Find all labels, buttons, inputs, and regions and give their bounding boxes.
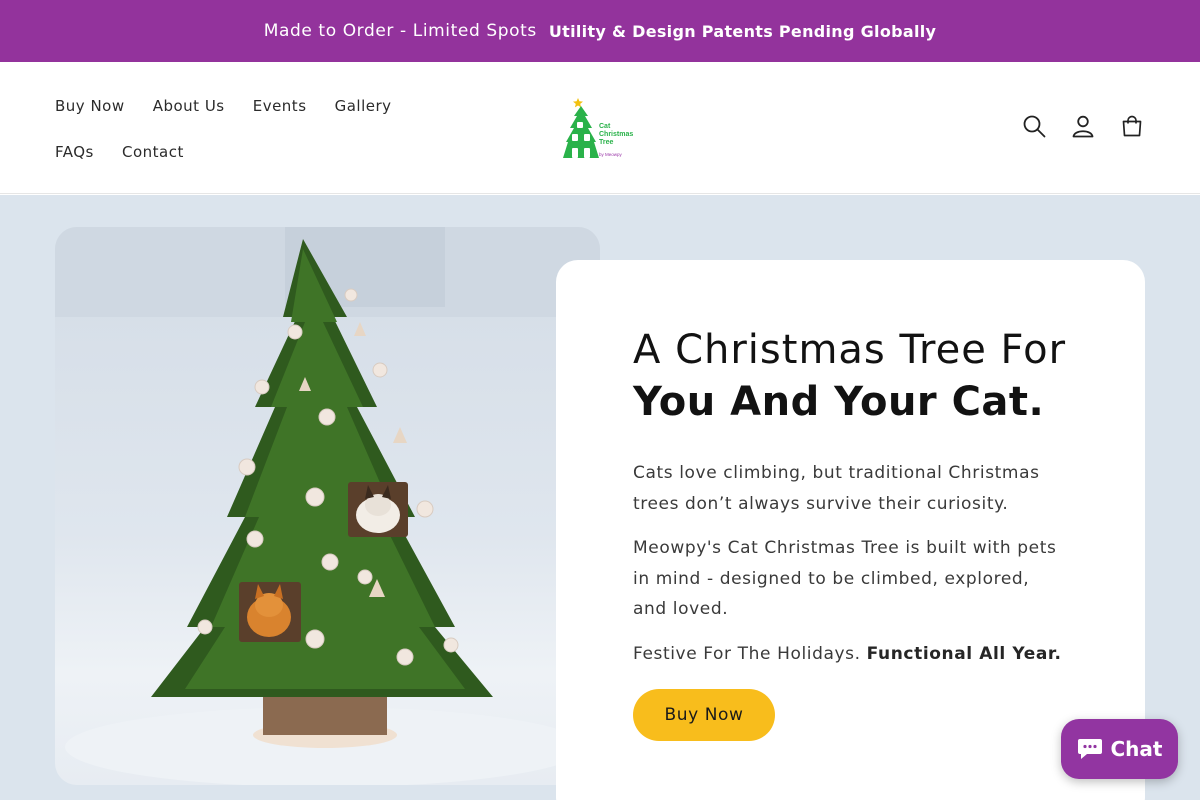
nav-buy-now[interactable]: Buy Now <box>55 84 125 130</box>
nav-events[interactable]: Events <box>253 84 307 130</box>
buy-now-button[interactable]: Buy Now <box>633 689 775 741</box>
hero-heading-line2: You And Your Cat. <box>633 379 1045 425</box>
account-icon[interactable] <box>1069 106 1096 146</box>
nav-about-us[interactable]: About Us <box>153 84 225 130</box>
hero-tagline-plain: Festive For The Holidays. <box>633 643 861 664</box>
nav-contact[interactable]: Contact <box>122 130 184 176</box>
hero-tagline-bold: Functional All Year. <box>866 643 1062 664</box>
hero-tagline: Festive For The Holidays. Functional All… <box>633 639 1068 670</box>
main-nav: Buy Now About Us Events Gallery FAQs Con… <box>55 84 475 176</box>
announcement-highlight: Utility & Design Patents Pending Globall… <box>548 21 937 41</box>
logo-text-3: Tree <box>599 139 614 146</box>
announcement-text: Made to Order - Limited Spots <box>263 21 537 41</box>
chat-label: Chat <box>1110 737 1163 761</box>
logo-text-4: by Meowpy <box>599 152 623 157</box>
hero-content: A Christmas Tree For You And Your Cat. C… <box>633 324 1068 669</box>
logo-text-2: Christmas <box>599 131 633 138</box>
hero-paragraph-2: Meowpy's Cat Christmas Tree is built wit… <box>633 538 1057 619</box>
chat-button[interactable]: Chat <box>1061 719 1178 779</box>
hero-card: A Christmas Tree For You And Your Cat. C… <box>556 260 1145 800</box>
header-icons <box>1020 106 1145 146</box>
hero-section: A Christmas Tree For You And Your Cat. C… <box>0 195 1200 800</box>
announcement-bar: Made to Order - Limited Spots Utility & … <box>0 0 1200 62</box>
logo-text-1: Cat <box>599 123 611 130</box>
chat-bubble-icon <box>1077 739 1102 759</box>
nav-faqs[interactable]: FAQs <box>55 130 94 176</box>
site-header: Buy Now About Us Events Gallery FAQs Con… <box>0 62 1200 194</box>
hero-heading-line1: A Christmas Tree For <box>633 327 1067 373</box>
site-logo[interactable]: Cat Christmas Tree by Meowpy <box>563 98 637 160</box>
hero-paragraph-1: Cats love climbing, but traditional Chri… <box>633 463 1040 514</box>
cart-icon[interactable] <box>1118 106 1145 146</box>
search-icon[interactable] <box>1020 106 1047 146</box>
nav-gallery[interactable]: Gallery <box>335 84 392 130</box>
hero-image-cat-christmas-tree <box>55 227 600 785</box>
